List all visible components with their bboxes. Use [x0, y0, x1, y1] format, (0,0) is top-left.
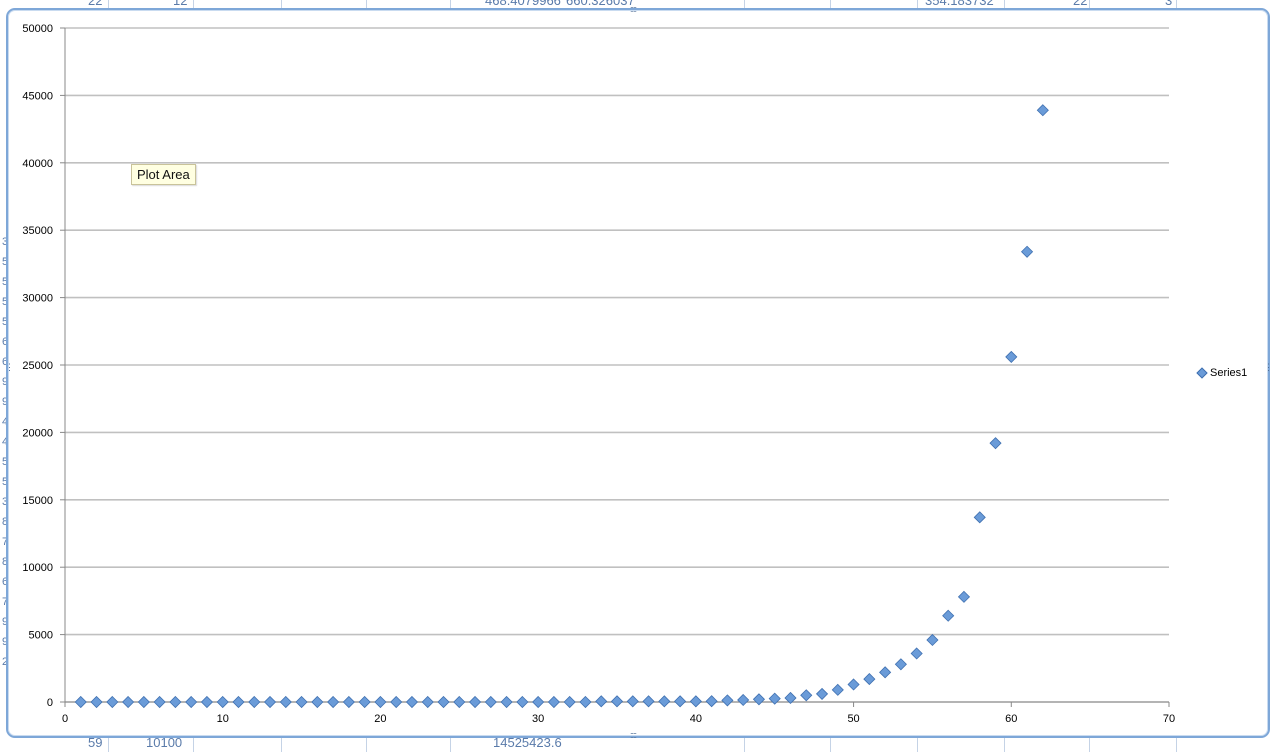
data-point: [595, 695, 608, 708]
y-tick-label: 0: [47, 697, 53, 709]
y-tick-label: 40000: [22, 158, 53, 170]
y-tick-label: 25000: [22, 360, 53, 372]
y-tick-label: 15000: [22, 495, 53, 507]
data-point: [279, 695, 292, 709]
data-point: [563, 695, 576, 709]
data-point: [405, 695, 419, 709]
data-point: [989, 437, 1002, 450]
data-point: [169, 695, 182, 709]
data-point: [516, 695, 529, 709]
data-point: [879, 666, 892, 679]
data-point: [484, 695, 497, 709]
data-point: [453, 695, 466, 709]
data-point: [957, 590, 971, 603]
data-point: [295, 695, 308, 709]
data-point: [437, 695, 450, 709]
data-point: [122, 695, 135, 709]
x-tick-label: 60: [1005, 713, 1017, 725]
data-point: [327, 695, 340, 709]
x-tick-label: 40: [690, 713, 702, 725]
y-tick-label: 20000: [22, 427, 53, 439]
x-tick-label: 30: [532, 713, 544, 725]
data-point: [390, 695, 403, 709]
x-tick-label: 0: [62, 713, 68, 725]
data-point: [342, 695, 355, 709]
data-point: [610, 695, 624, 708]
data-point: [500, 695, 513, 709]
y-tick-label: 30000: [22, 293, 53, 305]
data-point: [910, 647, 923, 660]
data-point: [468, 695, 482, 709]
data-point: [216, 695, 229, 709]
data-point: [547, 695, 560, 709]
data-point: [1020, 245, 1034, 258]
data-point: [137, 695, 150, 709]
legend-label: Series1: [1210, 367, 1248, 379]
x-tick-label: 50: [847, 713, 859, 725]
data-point: [752, 693, 766, 706]
data-point: [658, 695, 671, 708]
y-tick-label: 45000: [22, 90, 53, 102]
data-point: [200, 695, 214, 709]
data-point: [926, 633, 939, 647]
data-point: [721, 694, 734, 707]
data-point: [374, 695, 387, 709]
chart-legend[interactable]: Series1: [1196, 367, 1248, 379]
data-point: [532, 695, 545, 709]
y-tick-label: 5000: [29, 630, 53, 642]
data-point: [689, 695, 702, 708]
plot-area-tooltip: Plot Area: [131, 164, 196, 185]
data-point: [153, 695, 166, 709]
data-point: [1036, 104, 1049, 117]
data-point: [232, 695, 245, 709]
legend-diamond-marker: [1196, 367, 1208, 379]
data-point: [674, 695, 687, 708]
data-point: [847, 678, 860, 691]
y-tick-label: 50000: [22, 23, 53, 35]
data-point: [579, 695, 592, 709]
data-point: [942, 609, 955, 622]
scatter-plot[interactable]: 0 5000 10000 15000 20000 25000 30000 35000 40000…: [0, 0, 1280, 752]
x-tick-label: 10: [217, 713, 229, 725]
data-point: [831, 683, 844, 696]
data-point: [642, 695, 655, 708]
data-point: [800, 689, 813, 702]
x-tick-label: 20: [374, 713, 386, 725]
data-point: [705, 695, 718, 708]
data-point: [185, 695, 198, 709]
y-tick-label: 10000: [22, 562, 53, 574]
data-point: [737, 693, 750, 707]
data-point: [863, 673, 876, 686]
data-point: [90, 695, 103, 709]
data-point: [973, 511, 986, 524]
x-tick-label: 70: [1163, 713, 1175, 725]
data-point: [358, 695, 371, 709]
data-point: [1005, 350, 1018, 363]
y-tick-label: 35000: [22, 225, 53, 237]
data-point: [815, 687, 829, 700]
data-point: [106, 695, 119, 709]
data-point: [311, 695, 324, 709]
data-point: [248, 695, 261, 709]
data-point: [421, 695, 434, 709]
data-point: [894, 658, 907, 671]
data-point: [626, 695, 639, 708]
data-point: [263, 695, 277, 709]
data-point: [74, 695, 87, 709]
